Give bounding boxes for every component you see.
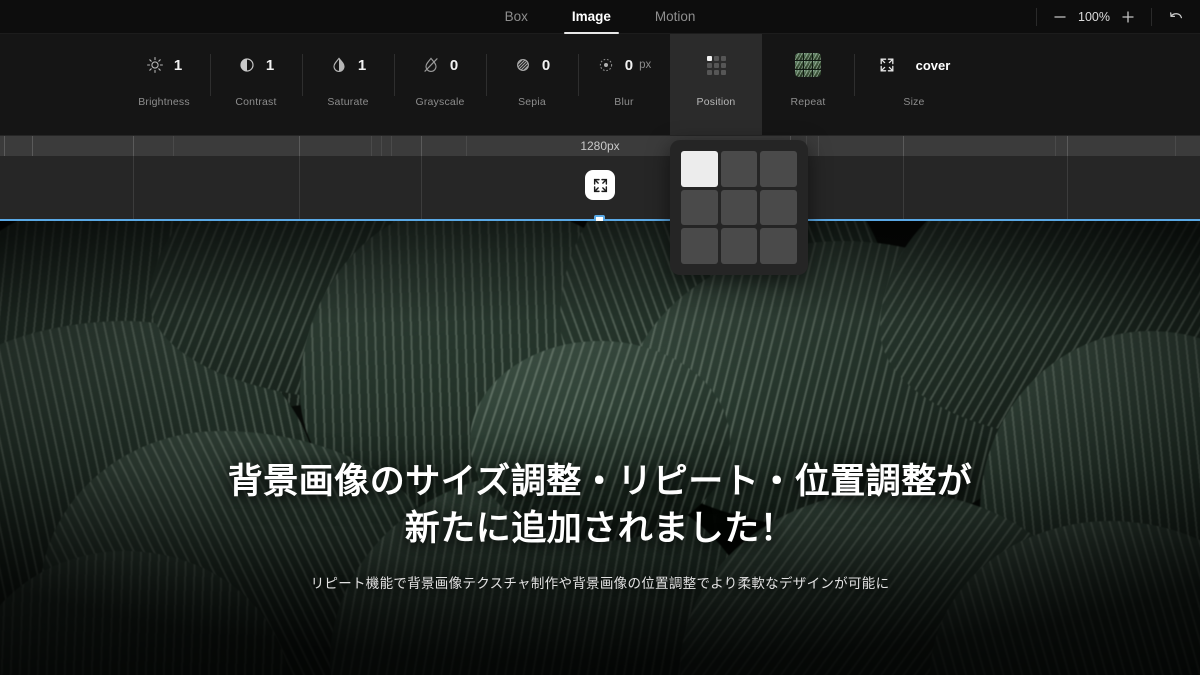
sepia-icon <box>516 59 529 71</box>
panel-tabs: Box Image Motion <box>483 0 718 34</box>
tool-sepia-row: 0 <box>514 48 550 82</box>
zoom-out-button[interactable] <box>1047 4 1073 30</box>
tool-size-row: cover <box>878 48 951 82</box>
blur-icon <box>599 58 612 72</box>
tool-saturate-value: 1 <box>357 56 367 74</box>
position-cell-middle-left[interactable] <box>681 189 718 226</box>
tool-repeat-row <box>795 48 821 82</box>
position-grid-icon <box>706 55 726 75</box>
tool-sepia-label: Sepia <box>518 96 546 108</box>
tool-grayscale-row: 0 <box>422 48 458 82</box>
divider <box>1151 8 1152 26</box>
tool-position-row <box>706 48 726 82</box>
tool-brightness-value: 1 <box>173 56 183 74</box>
tool-repeat-label: Repeat <box>790 96 826 108</box>
hero-subtitle: リピート機能で背景画像テクスチャ制作や背景画像の位置調整でより柔軟なデザインが可… <box>310 575 890 591</box>
tool-position-label: Position <box>696 96 736 108</box>
tool-size-label: Size <box>903 96 925 108</box>
contrast-icon <box>240 58 254 72</box>
position-cell-bottom-left[interactable] <box>681 228 718 264</box>
hero-text-block: 背景画像のサイズ調整・リピート・位置調整が 新たに追加されました！ リピート機能… <box>0 459 1200 592</box>
fit-canvas-button[interactable] <box>585 170 615 200</box>
position-cell-top-right[interactable] <box>760 151 797 187</box>
plus-icon <box>1122 11 1134 23</box>
hero-headline: 背景画像のサイズ調整・リピート・位置調整が 新たに追加されました！ <box>60 459 1140 553</box>
undo-arrow-icon <box>1170 12 1183 19</box>
brightness-icon <box>146 57 163 73</box>
tab-motion-label: Motion <box>654 8 696 24</box>
minus-icon <box>1054 16 1066 18</box>
zoom-in-button[interactable] <box>1115 4 1141 30</box>
position-cell-middle-right[interactable] <box>760 189 797 226</box>
image-filter-toolbar: 1 Brightness 1 Contrast 1 Saturate 0 Gra… <box>0 34 1200 136</box>
tool-blur-value: 0 <box>624 56 634 74</box>
hero-headline-line1: 背景画像のサイズ調整・リピート・位置調整が <box>227 462 973 501</box>
canvas-preview[interactable]: 背景画像のサイズ調整・リピート・位置調整が 新たに追加されました！ リピート機能… <box>0 221 1200 675</box>
hero-headline-line2: 新たに追加されました！ <box>404 508 796 548</box>
canvas-vignette-overlay <box>0 221 1200 675</box>
zoom-controls: 100% <box>1026 0 1190 34</box>
tool-size-value: cover <box>915 57 951 73</box>
repeat-tile-icon <box>795 53 821 77</box>
top-tab-bar: Box Image Motion 100% <box>0 0 1200 34</box>
tool-contrast[interactable]: 1 Contrast <box>210 34 302 135</box>
tool-position[interactable]: Position <box>670 34 762 135</box>
tool-brightness[interactable]: 1 Brightness <box>118 34 210 135</box>
expand-arrows-icon <box>593 178 607 192</box>
tool-brightness-row: 1 <box>146 48 182 82</box>
size-expand-icon <box>880 58 894 72</box>
tool-repeat[interactable]: Repeat <box>762 34 854 135</box>
position-cell-top-left[interactable] <box>681 151 718 187</box>
divider <box>1036 8 1037 26</box>
position-picker-grid <box>681 151 797 264</box>
tool-blur-label: Blur <box>614 96 634 108</box>
tool-grayscale[interactable]: 0 Grayscale <box>394 34 486 135</box>
tool-grayscale-value: 0 <box>449 56 459 74</box>
tab-box[interactable]: Box <box>483 0 550 34</box>
tool-blur-unit: px <box>639 59 652 71</box>
tool-blur[interactable]: 0 px Blur <box>578 34 670 135</box>
grayscale-icon <box>424 57 438 72</box>
position-cell-bottom-center[interactable] <box>720 228 758 264</box>
tab-box-label: Box <box>504 8 528 24</box>
tool-blur-row: 0 px <box>597 48 652 82</box>
position-cell-top-center[interactable] <box>720 151 758 187</box>
tool-contrast-label: Contrast <box>235 96 277 108</box>
canvas-width-label: 1280px <box>580 139 620 153</box>
tab-image-label: Image <box>571 8 611 24</box>
position-picker-popup[interactable] <box>670 140 808 275</box>
saturate-icon <box>333 57 345 72</box>
app-root: Box Image Motion 100% 1 Brightness 1 Con… <box>0 0 1200 675</box>
tool-grayscale-label: Grayscale <box>415 96 465 108</box>
tool-saturate[interactable]: 1 Saturate <box>302 34 394 135</box>
undo-button[interactable] <box>1162 4 1190 30</box>
position-cell-middle-center[interactable] <box>720 189 758 226</box>
tool-saturate-label: Saturate <box>327 96 369 108</box>
tool-brightness-label: Brightness <box>138 96 190 108</box>
tool-contrast-row: 1 <box>238 48 274 82</box>
tab-motion[interactable]: Motion <box>633 0 718 34</box>
tool-size[interactable]: cover Size <box>854 34 974 135</box>
tool-saturate-row: 1 <box>330 48 366 82</box>
tool-contrast-value: 1 <box>265 56 275 74</box>
tool-sepia-value: 0 <box>541 56 551 74</box>
position-cell-bottom-right[interactable] <box>760 228 797 264</box>
zoom-level-value[interactable]: 100% <box>1073 10 1115 24</box>
tab-image[interactable]: Image <box>550 0 633 34</box>
tool-sepia[interactable]: 0 Sepia <box>486 34 578 135</box>
